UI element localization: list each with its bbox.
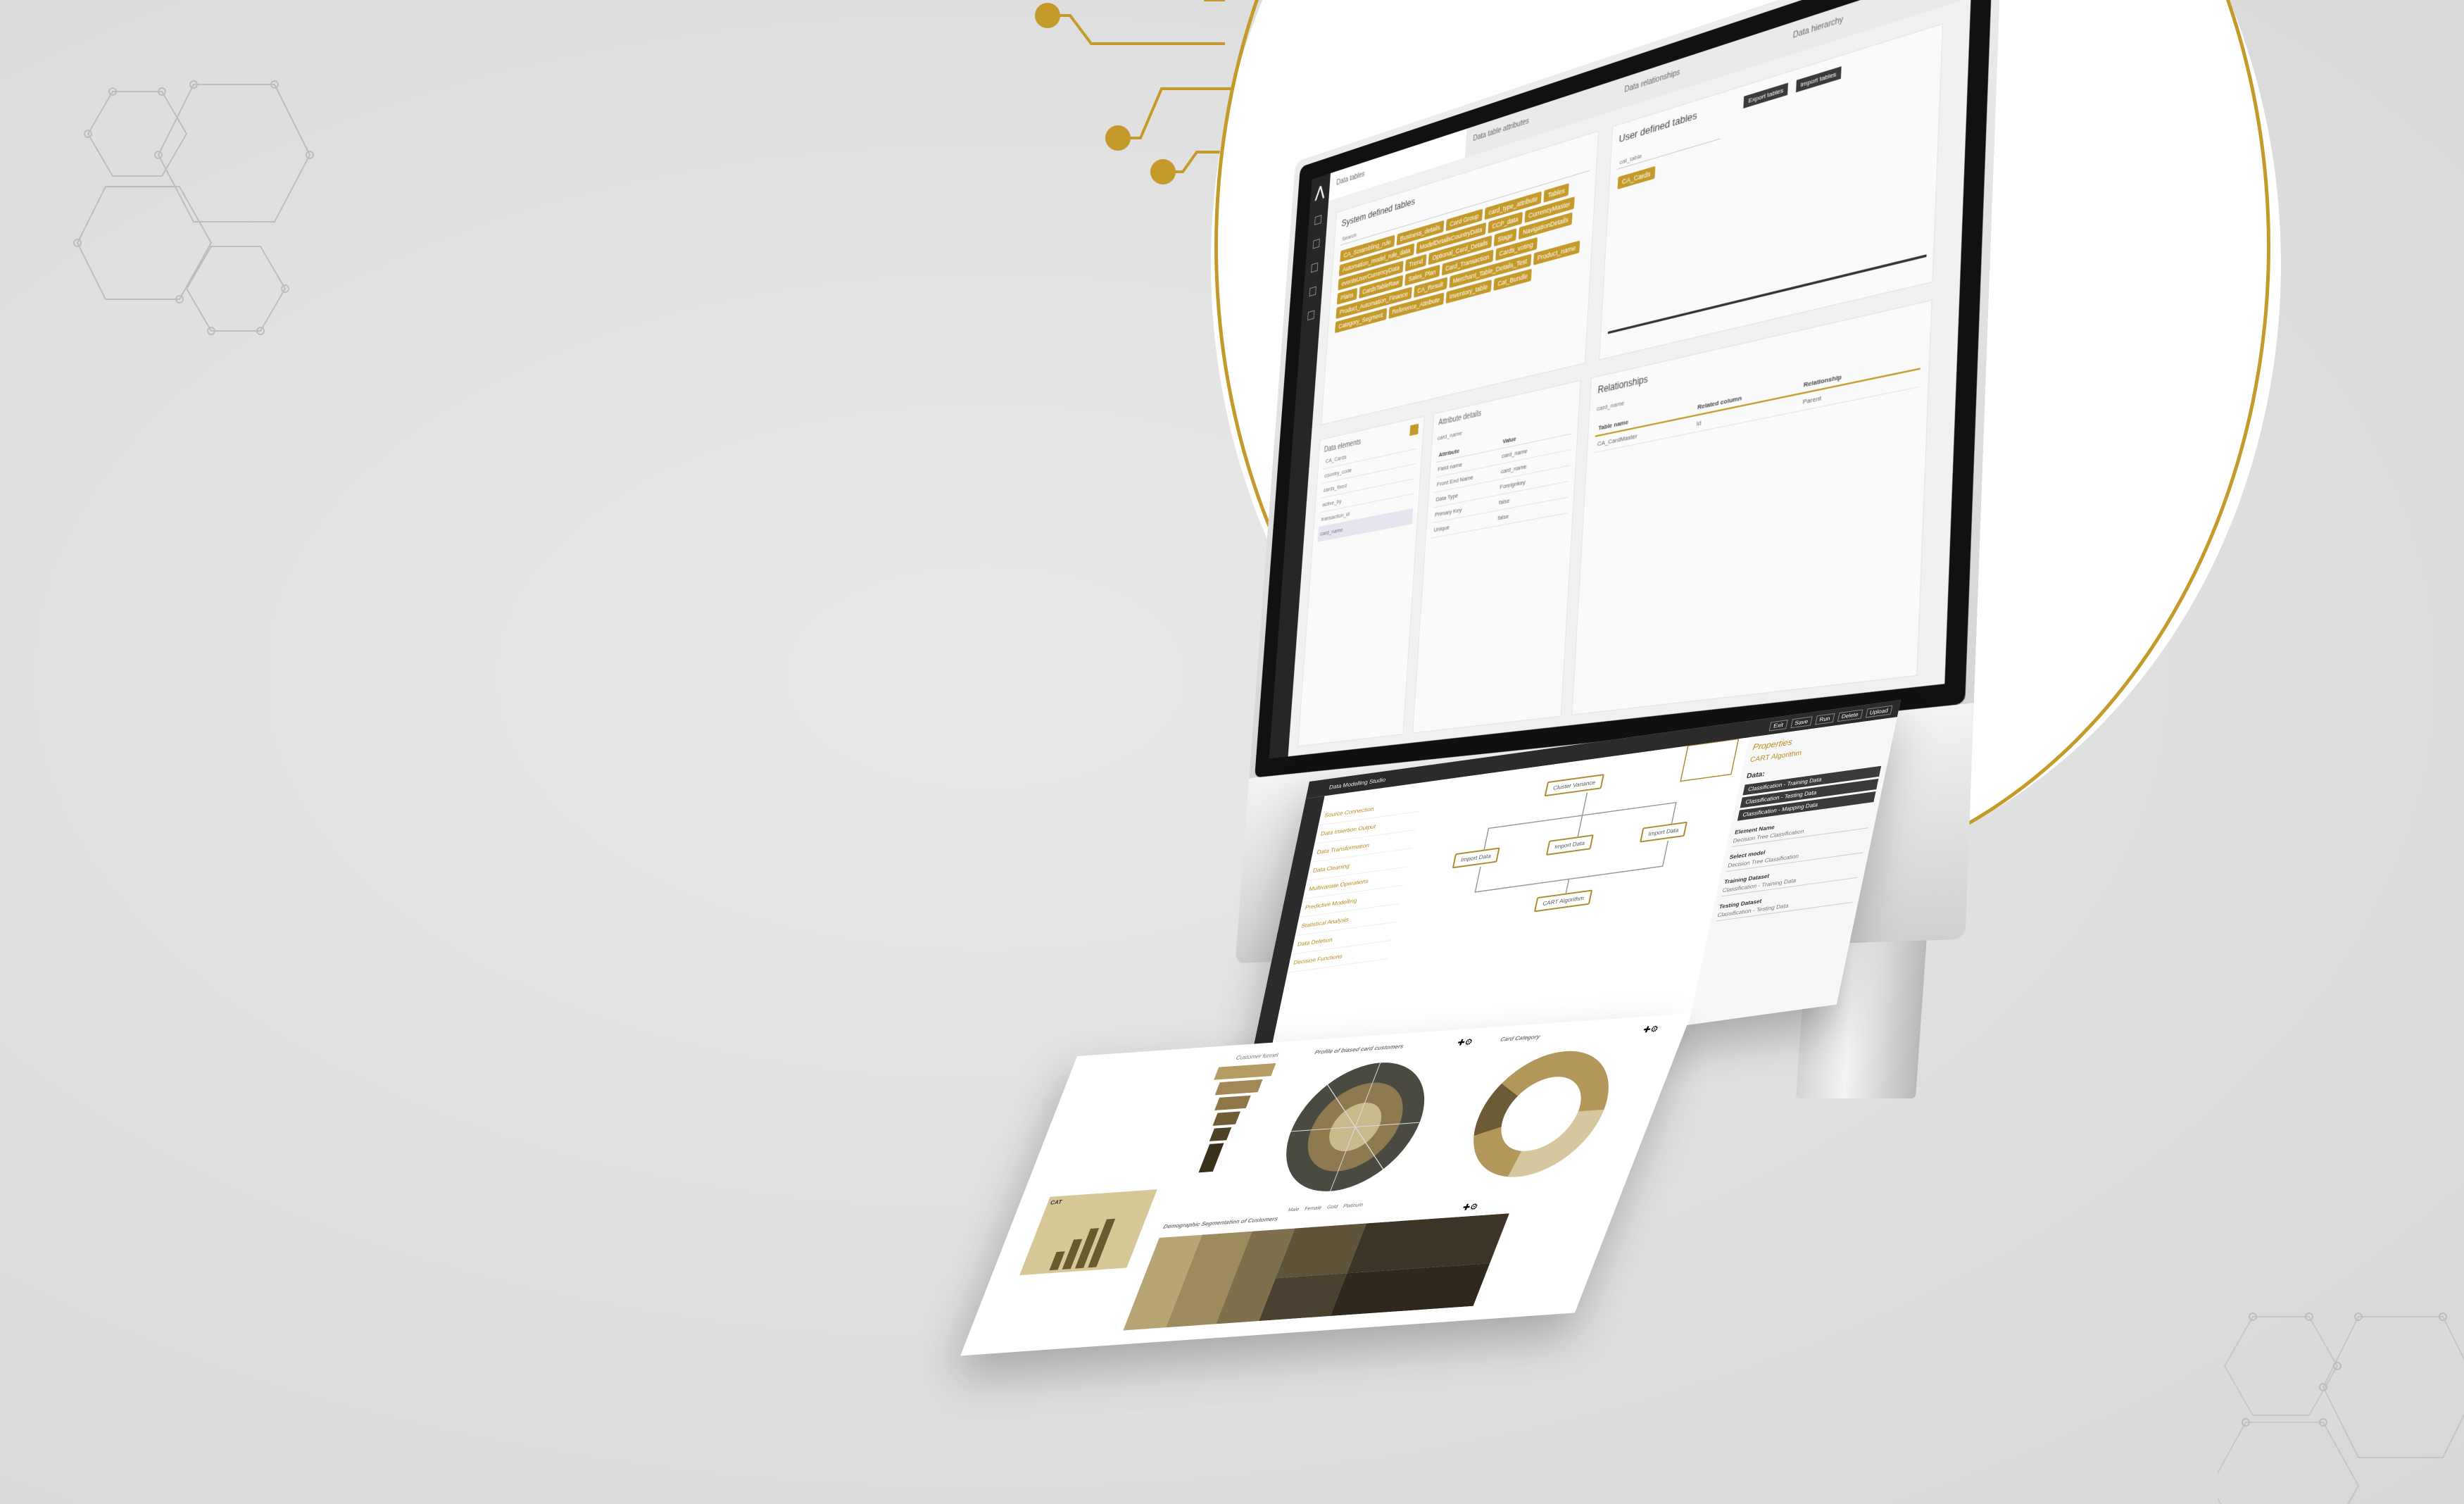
demographic-treemap xyxy=(1123,1213,1509,1331)
properties-fields: Element Name Decision Tree Classification… xyxy=(1716,810,1872,922)
card-category-title: Card Category xyxy=(1499,1033,1542,1043)
legend-item: Platinum xyxy=(1342,1203,1364,1210)
bar-tile-chart xyxy=(1049,1218,1116,1271)
app-logo-icon: ⋀ xyxy=(1314,183,1326,201)
data-elements-panel: Data elements CA_Cards country_code cards_… xyxy=(1297,415,1425,747)
bar-tile: CAT xyxy=(1019,1189,1157,1276)
hero-stage: ⋀ Data tables Data table attributes Data… xyxy=(0,0,2464,1504)
card-category-settings-icon[interactable]: ✚⚙ xyxy=(1642,1024,1661,1035)
nav-icon[interactable] xyxy=(1311,262,1319,273)
nav-icon[interactable] xyxy=(1309,286,1316,297)
customer-funnel-title: Customer funnel xyxy=(1235,1051,1280,1062)
menu-item[interactable]: Upload xyxy=(1865,705,1893,718)
nav-icon[interactable] xyxy=(1312,238,1320,249)
workflow-breadcrumb: Data Modelling Studio xyxy=(1328,776,1387,791)
menu-item[interactable]: Save xyxy=(1790,715,1813,728)
dashboard-sheet: Customer funnel Profile of biased card c… xyxy=(960,1013,1692,1356)
demographic-settings-icon[interactable]: ✚⚙ xyxy=(1461,1201,1480,1212)
sunburst-settings-icon[interactable]: ✚⚙ xyxy=(1456,1036,1475,1048)
menu-item[interactable]: Exit xyxy=(1768,719,1788,731)
add-element-icon[interactable] xyxy=(1409,423,1419,437)
legend-item: Gold xyxy=(1326,1204,1339,1210)
bar-tile-title: CAT xyxy=(1049,1198,1064,1206)
hexagon-decoration-bottom-right xyxy=(2218,1312,2464,1504)
demographic-chart-title: Demographic Segmentation of Customers xyxy=(1162,1215,1279,1230)
user-table-chip[interactable]: CA_Cards xyxy=(1617,165,1655,190)
sunburst-chart xyxy=(1286,1063,1425,1191)
relationships-panel: Relationships card_name Table name Relat… xyxy=(1571,299,1932,715)
import-tables-button[interactable]: Import tables xyxy=(1795,66,1842,93)
legend-item: Female xyxy=(1303,1205,1323,1212)
customer-funnel-chart xyxy=(1198,1063,1276,1173)
nav-icon[interactable] xyxy=(1314,215,1322,225)
export-tables-button[interactable]: Export tables xyxy=(1743,82,1789,108)
card-category-donut-chart xyxy=(1473,1051,1609,1177)
menu-item[interactable]: Run xyxy=(1815,713,1835,725)
sunburst-legend: Male Female Gold Platinum xyxy=(1287,1203,1369,1213)
nav-icon[interactable] xyxy=(1307,310,1315,321)
sunburst-chart-title: Profile of biased card customers xyxy=(1313,1043,1405,1056)
legend-item: Male xyxy=(1287,1207,1300,1213)
hexagon-decoration-top-left xyxy=(73,80,314,335)
attribute-details-panel: Attribute details card_name Attribute Va… xyxy=(1412,380,1581,734)
menu-item[interactable]: Delete xyxy=(1837,708,1863,722)
system-table-chip[interactable]: Product_name xyxy=(1533,240,1580,265)
